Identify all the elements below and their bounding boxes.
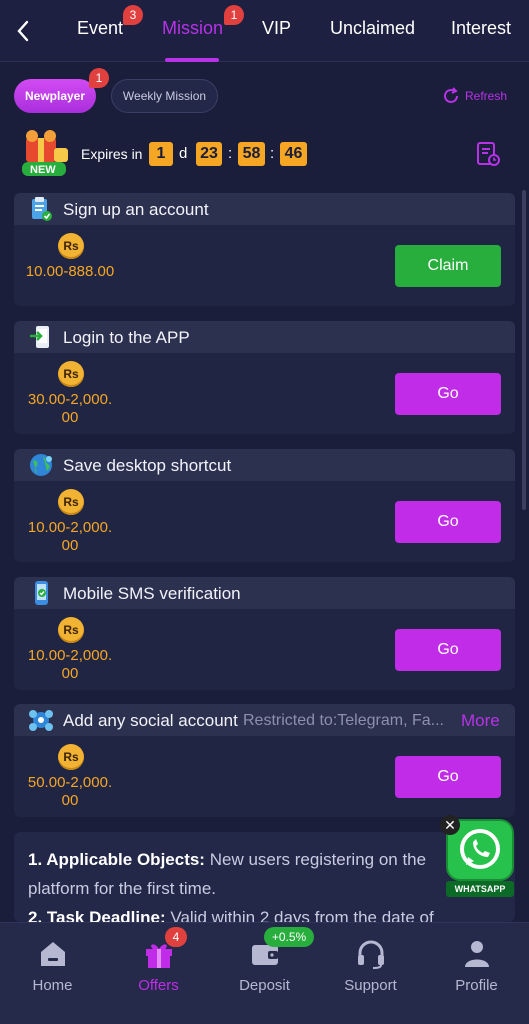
subtab-newplayer[interactable]: Newplayer: [14, 79, 96, 113]
tab-interest[interactable]: Interest: [451, 18, 511, 39]
clipboard-check-icon: [27, 195, 55, 223]
mission-title: Login to the APP: [63, 328, 190, 347]
mission-restriction: Restricted to:Telegram, Fa...: [243, 712, 444, 729]
mission-title: Mobile SMS verification: [63, 584, 241, 603]
mission-card-signup: Sign up an account Rs 10.00-888.00 Claim: [14, 193, 515, 306]
nav-home[interactable]: Home: [0, 923, 105, 1024]
subtab-newplayer-badge: 1: [89, 68, 109, 88]
mission-card-login: Login to the APP Rs 30.00-2,000.00 Go: [14, 321, 515, 434]
social-icon: [27, 706, 55, 734]
globe-icon: [27, 451, 55, 479]
rules-line-2-title: 2. Task Deadline:: [28, 908, 166, 922]
top-tab-bar: Event 3 Mission 1 VIP Unclaimed Interest: [0, 0, 529, 62]
timer-hours: 23: [196, 142, 222, 166]
nav-offers[interactable]: 4 Offers: [106, 923, 211, 1024]
nav-offers-badge: 4: [165, 927, 187, 947]
tab-mission-badge: 1: [224, 5, 244, 25]
whatsapp-float-button[interactable]: ✕ WHATSAPP: [440, 815, 520, 900]
nav-support-label: Support: [344, 977, 397, 994]
home-icon: [36, 937, 70, 971]
tab-mission[interactable]: Mission: [162, 18, 223, 39]
back-button[interactable]: [10, 16, 36, 46]
nav-profile[interactable]: Profile: [424, 923, 529, 1024]
mission-card-social: Add any social account Restricted to:Tel…: [14, 704, 515, 817]
rules-line-1-title: 1. Applicable Objects:: [28, 850, 205, 869]
rules-line-2: 2. Task Deadline: Valid within 2 days fr…: [28, 903, 458, 922]
go-button[interactable]: Go: [395, 373, 501, 415]
mission-card-header: Login to the APP: [14, 321, 515, 353]
mission-card-header: Mobile SMS verification: [14, 577, 515, 609]
whatsapp-label: WHATSAPP: [446, 881, 514, 897]
subtab-weekly-mission[interactable]: Weekly Mission: [111, 79, 218, 113]
mission-card-shortcut: Save desktop shortcut Rs 10.00-2,000.00 …: [14, 449, 515, 562]
tab-event-badge: 3: [123, 5, 143, 25]
mission-reward: 50.00-2,000.00: [27, 774, 113, 809]
rupee-coin-icon: Rs: [58, 617, 84, 643]
nav-deposit-label: Deposit: [239, 977, 290, 994]
timer-sep: :: [270, 145, 275, 162]
expires-label: Expires in: [81, 146, 143, 162]
tab-unclaimed[interactable]: Unclaimed: [330, 18, 415, 39]
mission-card-sms: Mobile SMS verification Rs 10.00-2,000.0…: [14, 577, 515, 690]
headset-icon: [354, 937, 388, 971]
rupee-coin-icon: Rs: [58, 744, 84, 770]
nav-offers-label: Offers: [138, 977, 179, 994]
rules-line-2-text: Valid within 2 days from the date of: [165, 908, 434, 922]
new-gift-icon: NEW: [18, 128, 74, 180]
nav-deposit-badge: +0.5%: [264, 927, 314, 947]
rupee-coin-icon: Rs: [58, 489, 84, 515]
mission-reward: 10.00-2,000.00: [27, 519, 113, 554]
bottom-nav: Home 4 Offers Deposit +0.5% Support Prof…: [0, 922, 529, 1024]
mission-title: Save desktop shortcut: [63, 456, 232, 475]
go-button[interactable]: Go: [395, 756, 501, 798]
timer-days: 1: [149, 142, 173, 166]
phone-login-icon: [27, 323, 55, 351]
nav-support[interactable]: Support: [318, 923, 423, 1024]
mission-card-header: Add any social account Restricted to:Tel…: [14, 704, 515, 736]
timer-sep: :: [228, 145, 233, 162]
mission-reward: 30.00-2,000.00: [27, 391, 113, 426]
timer-days-unit: d: [179, 145, 188, 162]
claim-button[interactable]: Claim: [395, 245, 501, 287]
refresh-button[interactable]: Refresh: [441, 85, 507, 107]
mission-reward: 10.00-888.00: [25, 263, 115, 280]
timer-minutes: 58: [238, 142, 265, 166]
active-tab-indicator: [165, 58, 219, 62]
nav-profile-label: Profile: [455, 977, 498, 994]
chevron-left-icon: [17, 20, 29, 42]
scrollbar[interactable]: [522, 190, 526, 510]
more-link[interactable]: More: [461, 711, 500, 731]
mission-title: Sign up an account: [63, 200, 209, 219]
mission-title: Add any social account: [63, 711, 238, 730]
rupee-coin-icon: Rs: [58, 361, 84, 387]
refresh-icon: [444, 87, 458, 103]
tab-event[interactable]: Event: [77, 18, 123, 39]
new-label: NEW: [30, 164, 56, 176]
close-icon[interactable]: ✕: [440, 815, 460, 835]
sms-phone-icon: [27, 579, 55, 607]
history-record-icon[interactable]: [474, 140, 502, 168]
rules-line-1: 1. Applicable Objects: New users registe…: [28, 845, 458, 903]
go-button[interactable]: Go: [395, 629, 501, 671]
user-icon: [460, 937, 494, 971]
mission-card-header: Sign up an account: [14, 193, 515, 225]
mission-card-header: Save desktop shortcut: [14, 449, 515, 481]
tab-vip[interactable]: VIP: [262, 18, 291, 39]
rupee-coin-icon: Rs: [58, 233, 84, 259]
mission-reward: 10.00-2,000.00: [27, 647, 113, 682]
nav-home-label: Home: [32, 977, 73, 994]
refresh-label: Refresh: [465, 89, 508, 103]
go-button[interactable]: Go: [395, 501, 501, 543]
timer-seconds: 46: [280, 142, 307, 166]
